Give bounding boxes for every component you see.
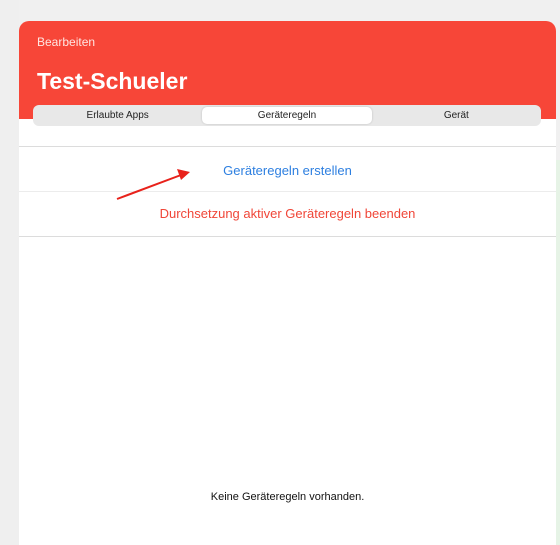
right-edge-strip bbox=[556, 160, 560, 545]
edit-button[interactable]: Bearbeiten bbox=[37, 35, 95, 49]
page-title: Test-Schueler bbox=[37, 68, 188, 94]
left-background-strip bbox=[0, 0, 19, 545]
bottom-divider bbox=[19, 236, 556, 237]
tab-device[interactable]: Gerät bbox=[372, 105, 541, 126]
tab-allowed-apps[interactable]: Erlaubte Apps bbox=[33, 105, 202, 126]
stop-enforcement-button[interactable]: Durchsetzung aktiver Geräteregeln beende… bbox=[19, 191, 556, 235]
tab-device-rules[interactable]: Geräteregeln bbox=[202, 107, 372, 124]
red-arrow-annotation bbox=[116, 169, 190, 200]
detail-panel: Bearbeiten Test-Schueler Erlaubte Apps G… bbox=[19, 21, 556, 545]
top-divider bbox=[19, 146, 556, 147]
empty-state-message: Keine Geräteregeln vorhanden. bbox=[210, 491, 365, 503]
segmented-control: Erlaubte Apps Geräteregeln Gerät bbox=[33, 105, 541, 126]
create-rules-button[interactable]: Geräteregeln erstellen bbox=[19, 148, 556, 192]
